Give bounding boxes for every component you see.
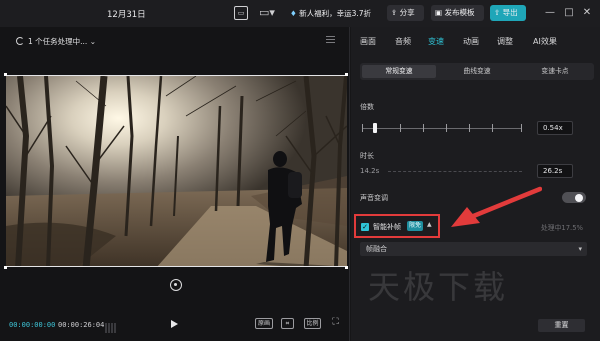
forest-scene-image bbox=[6, 76, 347, 266]
duration-label: 时长 bbox=[360, 152, 374, 160]
rotate-icon[interactable] bbox=[170, 279, 182, 291]
processing-status: 处理中17.5% bbox=[541, 224, 583, 232]
property-tabs: 画面 音频 变速 动画 调整 AI效果 bbox=[351, 27, 600, 54]
project-date: 12月31日 bbox=[107, 10, 146, 20]
duration-link-line bbox=[388, 171, 522, 172]
pitch-label: 声音变调 bbox=[360, 194, 388, 202]
slider-tick bbox=[423, 124, 424, 132]
speed-mode-tabs: 常规变速 曲线变速 变速卡点 bbox=[360, 63, 594, 80]
chevron-down-icon: ⌄ bbox=[89, 37, 96, 46]
slider-tick bbox=[492, 124, 493, 132]
audio-meter-icon bbox=[105, 318, 119, 333]
loading-icon bbox=[16, 37, 24, 45]
fullscreen-icon[interactable]: ⛶ bbox=[330, 318, 341, 329]
diamond-icon: ♦ bbox=[290, 9, 297, 18]
caption-icon[interactable]: ▭ bbox=[234, 6, 248, 20]
chevron-up-icon[interactable]: ▲ bbox=[427, 221, 432, 228]
maximize-icon[interactable]: □ bbox=[563, 6, 575, 20]
multiplier-slider-handle[interactable] bbox=[372, 123, 377, 133]
slider-tick bbox=[362, 124, 363, 132]
subtab-curve-speed[interactable]: 曲线变速 bbox=[440, 65, 514, 78]
minimize-icon[interactable]: — bbox=[544, 6, 556, 20]
watermark: 天极下载 bbox=[368, 268, 509, 306]
crop-handle-tr[interactable] bbox=[345, 73, 348, 76]
export-button[interactable]: ⇧ 导出 bbox=[490, 5, 526, 21]
crop-handle-br[interactable] bbox=[345, 266, 348, 269]
export-label: 导出 bbox=[502, 8, 518, 17]
smart-frame-checkbox[interactable]: ✓ bbox=[361, 223, 369, 231]
duration-input[interactable]: 26.2s bbox=[537, 164, 573, 178]
original-duration: 14.2s bbox=[360, 167, 380, 175]
tab-animation[interactable]: 动画 bbox=[463, 36, 479, 47]
subtab-normal-speed[interactable]: 常规变速 bbox=[362, 65, 436, 78]
pitch-toggle[interactable] bbox=[562, 192, 586, 203]
play-button[interactable] bbox=[171, 320, 178, 328]
slider-tick bbox=[469, 124, 470, 132]
menu-icon[interactable] bbox=[326, 36, 335, 45]
publish-template-button[interactable]: ▣ 发布模板 bbox=[431, 5, 484, 21]
tab-adjust[interactable]: 调整 bbox=[497, 36, 513, 47]
properties-panel: 画面 音频 变速 动画 调整 AI效果 常规变速 曲线变速 变速卡点 倍数 0.… bbox=[351, 27, 600, 341]
task-status-text: 1 个任务处理中... bbox=[28, 37, 88, 46]
reset-button[interactable]: 重置 bbox=[538, 319, 585, 332]
original-quality-button[interactable]: 原画 bbox=[255, 318, 273, 329]
video-preview[interactable] bbox=[6, 75, 347, 267]
player-panel: 1 个任务处理中... ⌄ 00:00:00:00 00:00:26:04 原画… bbox=[0, 27, 350, 341]
chevron-down-icon: ▾ bbox=[578, 245, 582, 253]
layout-icon[interactable]: ▭▾ bbox=[255, 6, 279, 20]
pointer-arrow bbox=[451, 186, 542, 227]
free-badge: 限免 bbox=[407, 221, 424, 231]
multiplier-slider-track[interactable] bbox=[362, 128, 522, 129]
tab-picture[interactable]: 画面 bbox=[360, 36, 376, 47]
frame-mode-value: 帧融合 bbox=[366, 245, 387, 253]
share-label: 分享 bbox=[399, 8, 415, 17]
slider-tick bbox=[400, 124, 401, 132]
ratio-button[interactable]: 比例 bbox=[304, 318, 321, 329]
crop-handle-bl[interactable] bbox=[4, 266, 7, 269]
task-status[interactable]: 1 个任务处理中... ⌄ bbox=[16, 36, 96, 47]
close-icon[interactable]: ✕ bbox=[581, 6, 593, 20]
tab-audio[interactable]: 音频 bbox=[395, 36, 411, 47]
crop-handle-tl[interactable] bbox=[4, 73, 7, 76]
frame-mode-select[interactable]: 帧融合 ▾ bbox=[360, 242, 587, 256]
fit-screen-icon[interactable]: ⌗ bbox=[281, 318, 294, 329]
multiplier-input[interactable]: 0.54x bbox=[537, 121, 573, 135]
smart-frame-label: 智能补帧 bbox=[373, 223, 401, 231]
publish-template-label: 发布模板 bbox=[444, 8, 475, 17]
slider-tick bbox=[446, 124, 447, 132]
tab-speed[interactable]: 变速 bbox=[428, 36, 444, 47]
promo-banner[interactable]: ♦ 新人福利，幸运3.7折 bbox=[290, 7, 371, 21]
tab-ai-effects[interactable]: AI效果 bbox=[533, 36, 557, 47]
top-bar: 12月31日 ▭ ▭▾ ♦ 新人福利，幸运3.7折 ⇪ 分享 ▣ 发布模板 ⇧ … bbox=[0, 0, 600, 27]
share-button[interactable]: ⇪ 分享 bbox=[387, 5, 424, 21]
current-timecode: 00:00:00:00 bbox=[9, 321, 56, 329]
total-duration: 00:00:26:04 bbox=[58, 321, 105, 329]
multiplier-label: 倍数 bbox=[360, 103, 374, 111]
slider-tick bbox=[521, 124, 522, 132]
promo-text: 新人福利，幸运3.7折 bbox=[299, 9, 372, 18]
subtab-beat-speed[interactable]: 变速卡点 bbox=[518, 65, 592, 78]
